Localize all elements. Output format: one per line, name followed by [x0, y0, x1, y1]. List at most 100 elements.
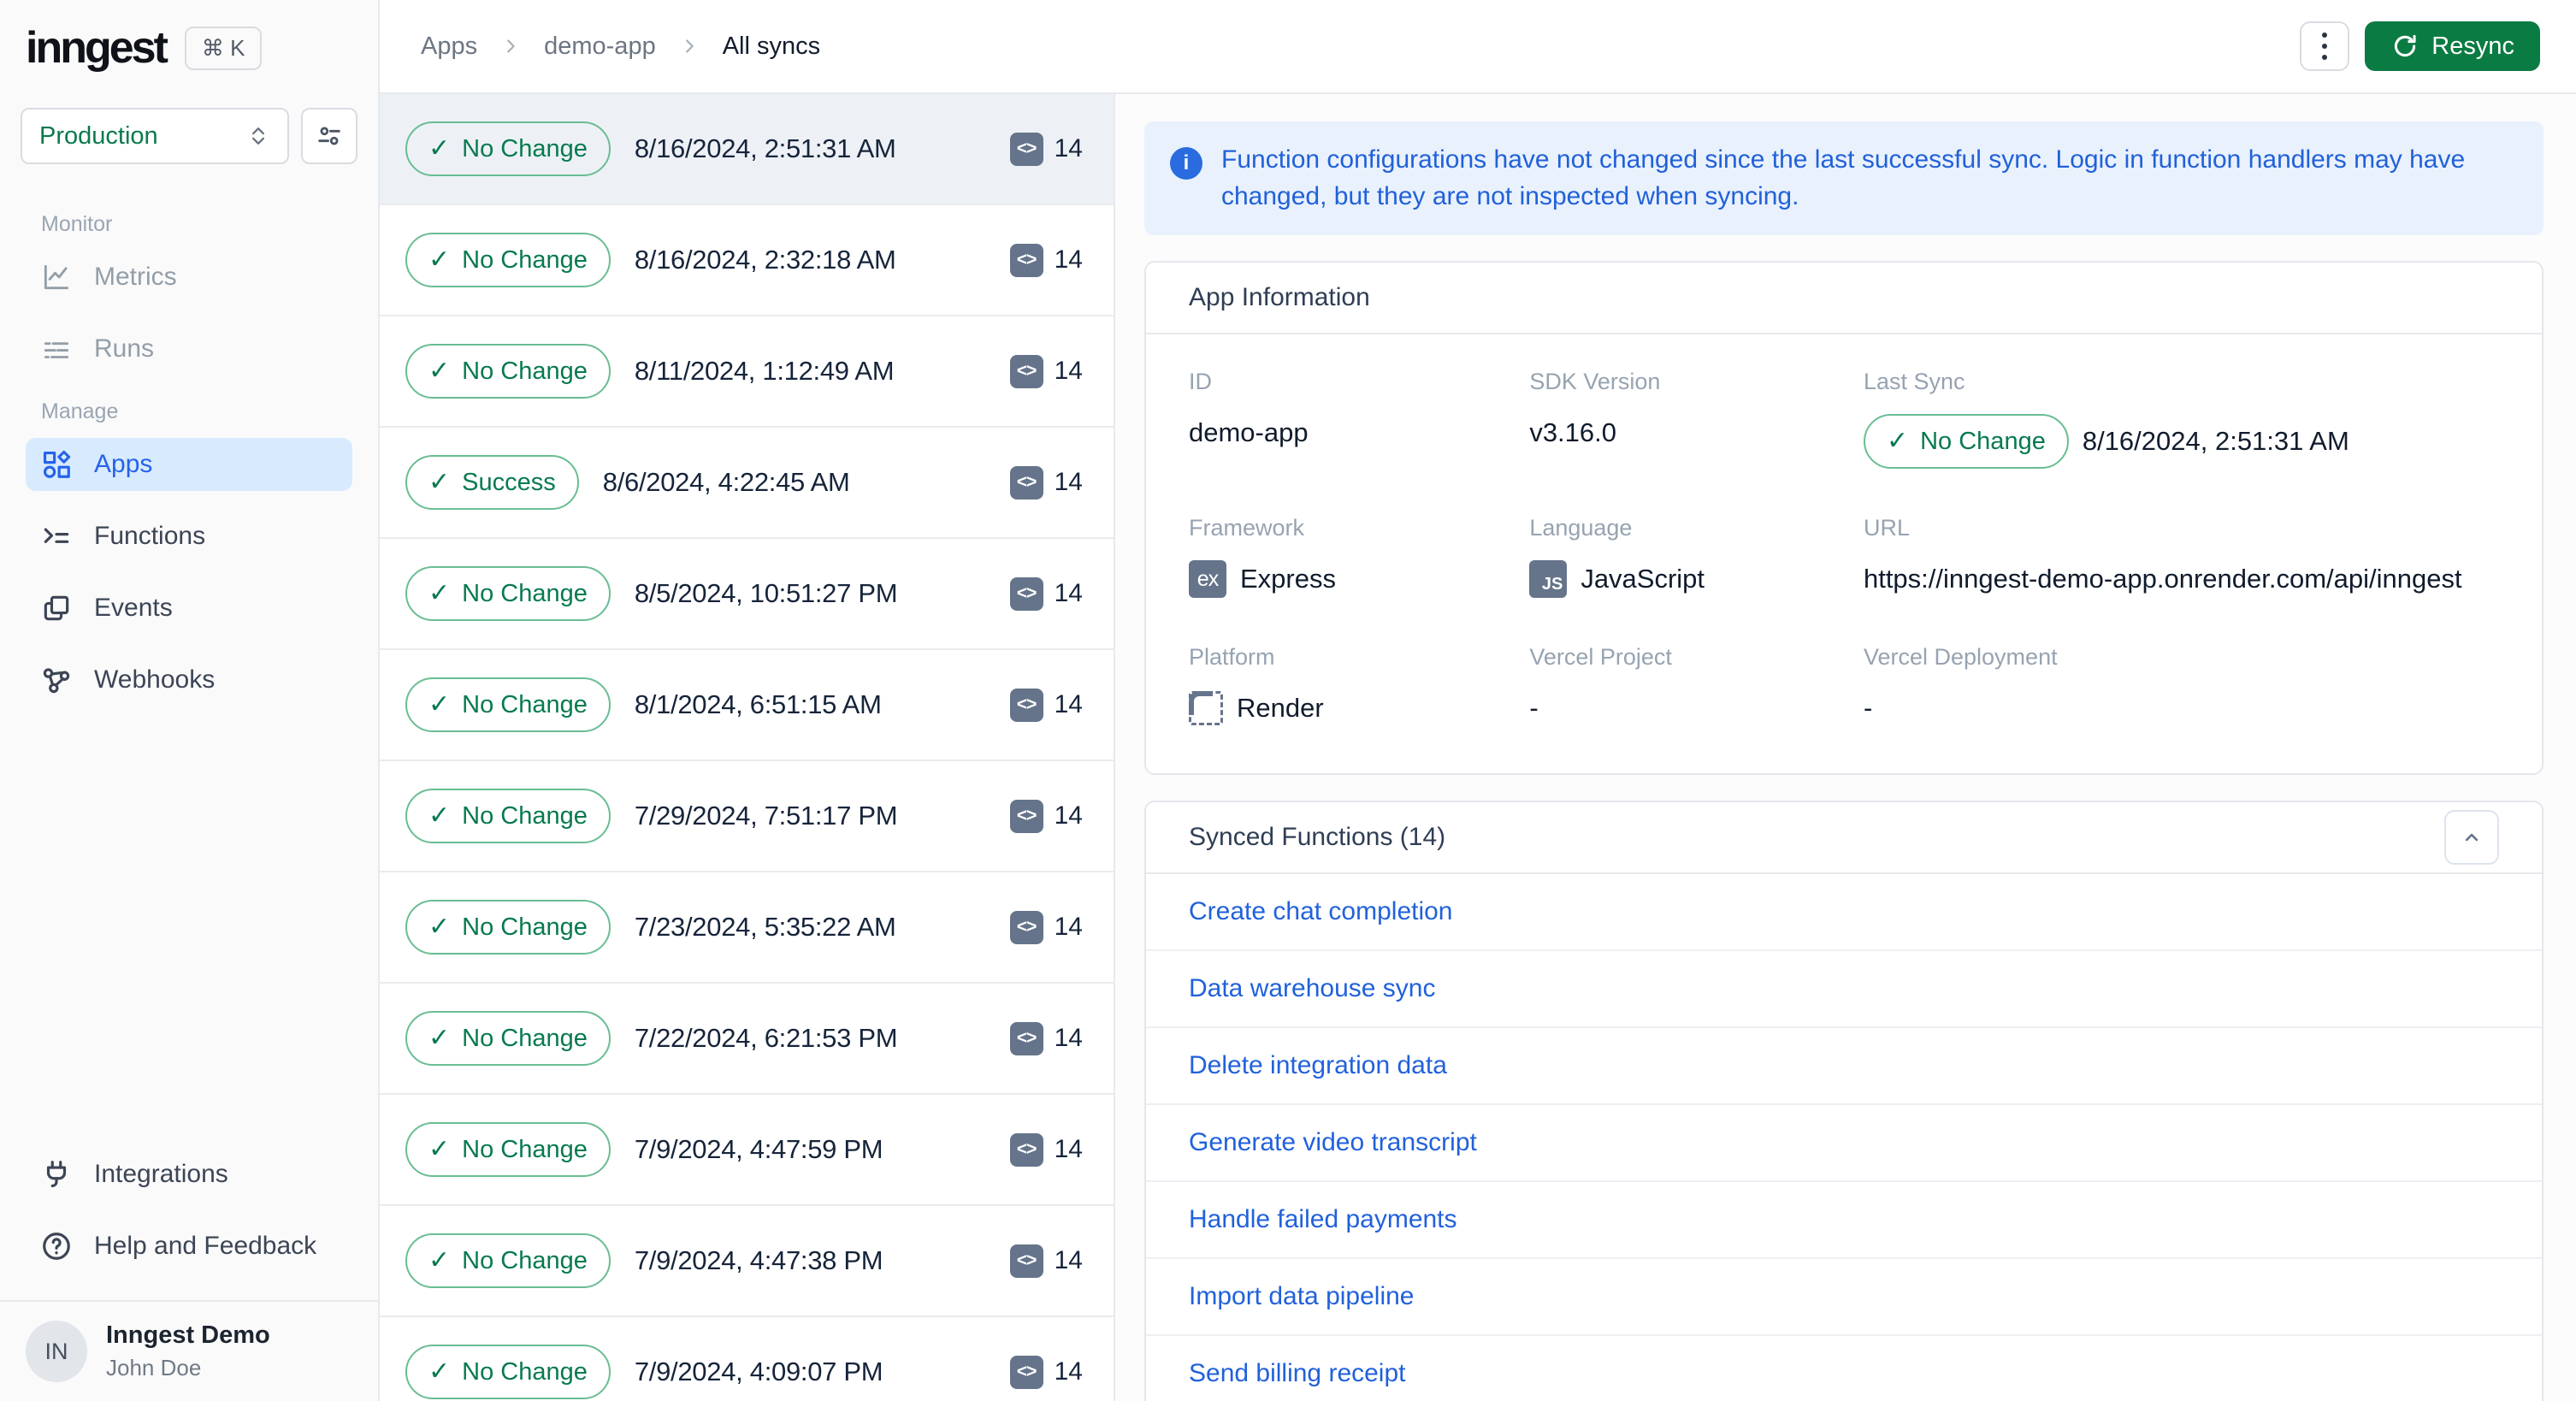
sync-row[interactable]: ✓ No Change 7/9/2024, 4:47:59 PM <> 14: [380, 1095, 1114, 1206]
function-link[interactable]: Generate video transcript: [1189, 1128, 1477, 1157]
check-icon: ✓: [428, 579, 451, 607]
environment-row: Production: [21, 108, 357, 164]
synced-functions-title: Synced Functions (14): [1189, 823, 1446, 852]
collapse-button[interactable]: [2444, 810, 2499, 866]
sync-row[interactable]: ✓ No Change 7/9/2024, 4:47:38 PM <> 14: [380, 1206, 1114, 1317]
field-value: Render: [1237, 693, 1324, 724]
inngest-logo[interactable]: inngest: [26, 22, 168, 74]
user-name: John Doe: [106, 1355, 202, 1380]
count-value: 14: [1054, 357, 1083, 385]
sync-status-badge: ✓ No Change: [405, 900, 611, 955]
sidebar-item-metrics[interactable]: Metrics: [26, 251, 352, 304]
field-value: JavaScript: [1580, 564, 1705, 594]
sidebar-item-runs[interactable]: Runs: [26, 322, 352, 375]
function-row[interactable]: Send billing receipt: [1146, 1336, 2542, 1401]
field-last-sync: Last Sync ✓ No Change 8/16/2024, 2:51:31…: [1863, 369, 2499, 470]
sync-function-count: <> 14: [1009, 1244, 1083, 1278]
code-icon: <>: [1009, 799, 1043, 833]
function-link[interactable]: Send billing receipt: [1189, 1359, 1406, 1388]
sidebar-item-integrations[interactable]: Integrations: [26, 1148, 352, 1201]
sidebar: inngest ⌘ K Production Monitor Metrics R…: [0, 0, 380, 1401]
sync-timestamp: 8/5/2024, 10:51:27 PM: [634, 578, 898, 608]
function-row[interactable]: Generate video transcript: [1146, 1105, 2542, 1183]
code-icon: <>: [1009, 1021, 1043, 1055]
code-icon: <>: [1009, 910, 1043, 944]
function-link[interactable]: Handle failed payments: [1189, 1205, 1457, 1234]
sidebar-item-label: Functions: [94, 522, 206, 550]
sync-row[interactable]: ✓ No Change 8/16/2024, 2:51:31 AM <> 14: [380, 94, 1114, 205]
environment-select[interactable]: Production: [21, 108, 289, 164]
code-icon: <>: [1009, 1244, 1043, 1278]
sidebar-item-webhooks[interactable]: Webhooks: [26, 653, 352, 706]
function-row[interactable]: Create chat completion: [1146, 874, 2542, 952]
app-information-title: App Information: [1189, 283, 1370, 312]
code-icon: <>: [1009, 1132, 1043, 1167]
field-value: https://inngest-demo-app.onrender.com/ap…: [1863, 564, 2462, 594]
count-value: 14: [1054, 801, 1083, 830]
sync-status-badge: ✓ No Change: [405, 1122, 611, 1177]
section-label-monitor: Monitor: [41, 212, 113, 236]
sync-timestamp: 8/11/2024, 1:12:49 AM: [634, 356, 895, 386]
sync-row[interactable]: ✓ No Change 7/29/2024, 7:51:17 PM <> 14: [380, 761, 1114, 872]
sidebar-item-help[interactable]: Help and Feedback: [26, 1220, 352, 1273]
function-link[interactable]: Create chat completion: [1189, 897, 1453, 926]
express-icon: ex: [1189, 560, 1226, 599]
sync-timestamp: 7/22/2024, 6:21:53 PM: [634, 1023, 898, 1053]
sliders-icon: [315, 121, 344, 151]
check-icon: ✓: [428, 913, 451, 941]
sync-row[interactable]: ✓ No Change 8/11/2024, 1:12:49 AM <> 14: [380, 316, 1114, 428]
function-row[interactable]: Delete integration data: [1146, 1028, 2542, 1106]
resync-button[interactable]: Resync: [2365, 21, 2540, 71]
function-row[interactable]: Data warehouse sync: [1146, 951, 2542, 1029]
sync-row[interactable]: ✓ Success 8/6/2024, 4:22:45 AM <> 14: [380, 428, 1114, 539]
sync-timestamp: 8/6/2024, 4:22:45 AM: [602, 467, 850, 497]
breadcrumb-apps[interactable]: Apps: [421, 33, 477, 61]
sync-status-badge: ✓ No Change: [405, 344, 611, 399]
count-value: 14: [1054, 245, 1083, 274]
code-icon: <>: [1009, 243, 1043, 277]
synced-functions-header: Synced Functions (14): [1146, 802, 2542, 875]
environment-settings-button[interactable]: [301, 108, 357, 164]
sync-function-count: <> 14: [1009, 688, 1083, 722]
count-value: 14: [1054, 1024, 1083, 1052]
header-actions: Resync: [2300, 21, 2540, 71]
sync-row[interactable]: ✓ No Change 8/16/2024, 2:32:18 AM <> 14: [380, 205, 1114, 316]
field-url: URL https://inngest-demo-app.onrender.co…: [1864, 515, 2499, 598]
sync-function-count: <> 14: [1009, 1132, 1083, 1167]
javascript-icon: JS: [1529, 560, 1568, 599]
breadcrumb-current: All syncs: [722, 32, 821, 60]
sync-row[interactable]: ✓ No Change 7/23/2024, 5:35:22 AM <> 14: [380, 872, 1114, 984]
sidebar-item-functions[interactable]: Functions: [26, 510, 352, 563]
last-sync-time: 8/16/2024, 2:51:31 AM: [2082, 426, 2349, 457]
sidebar-item-label: Help and Feedback: [94, 1232, 317, 1260]
sync-row[interactable]: ✓ No Change 8/1/2024, 6:51:15 AM <> 14: [380, 650, 1114, 761]
function-link[interactable]: Data warehouse sync: [1189, 974, 1436, 1003]
sidebar-item-events[interactable]: Events: [26, 582, 352, 635]
help-icon: [39, 1229, 74, 1263]
sync-timestamp: 7/9/2024, 4:09:07 PM: [634, 1357, 883, 1386]
field-label: ID: [1189, 369, 1212, 395]
render-icon: [1189, 691, 1223, 726]
function-link[interactable]: Delete integration data: [1189, 1051, 1447, 1080]
field-framework: Framework ex Express: [1189, 515, 1529, 599]
sync-row[interactable]: ✓ No Change 7/22/2024, 6:21:53 PM <> 14: [380, 984, 1114, 1095]
sync-function-count: <> 14: [1009, 1021, 1083, 1055]
synced-functions-card: Synced Functions (14) Create chat comple…: [1144, 801, 2544, 1401]
function-row[interactable]: Import data pipeline: [1146, 1259, 2542, 1337]
info-icon: i: [1170, 147, 1202, 180]
field-vercel-project: Vercel Project -: [1529, 644, 1864, 727]
function-row[interactable]: Handle failed payments: [1146, 1182, 2542, 1260]
sync-status-label: No Change: [462, 1135, 588, 1163]
count-value: 14: [1054, 134, 1083, 163]
function-link[interactable]: Import data pipeline: [1189, 1282, 1415, 1311]
breadcrumb-app[interactable]: demo-app: [544, 33, 656, 61]
code-icon: <>: [1009, 576, 1043, 611]
user-menu[interactable]: IN Inngest Demo John Doe: [0, 1302, 378, 1401]
more-options-button[interactable]: [2300, 21, 2350, 71]
command-k-shortcut[interactable]: ⌘ K: [184, 26, 263, 70]
sync-row[interactable]: ✓ No Change 7/9/2024, 4:09:07 PM <> 14: [380, 1317, 1114, 1401]
sync-row[interactable]: ✓ No Change 8/5/2024, 10:51:27 PM <> 14: [380, 539, 1114, 650]
check-icon: ✓: [428, 1246, 451, 1274]
sync-status-badge: ✓ No Change: [405, 677, 611, 732]
sidebar-item-apps[interactable]: Apps: [26, 438, 352, 491]
